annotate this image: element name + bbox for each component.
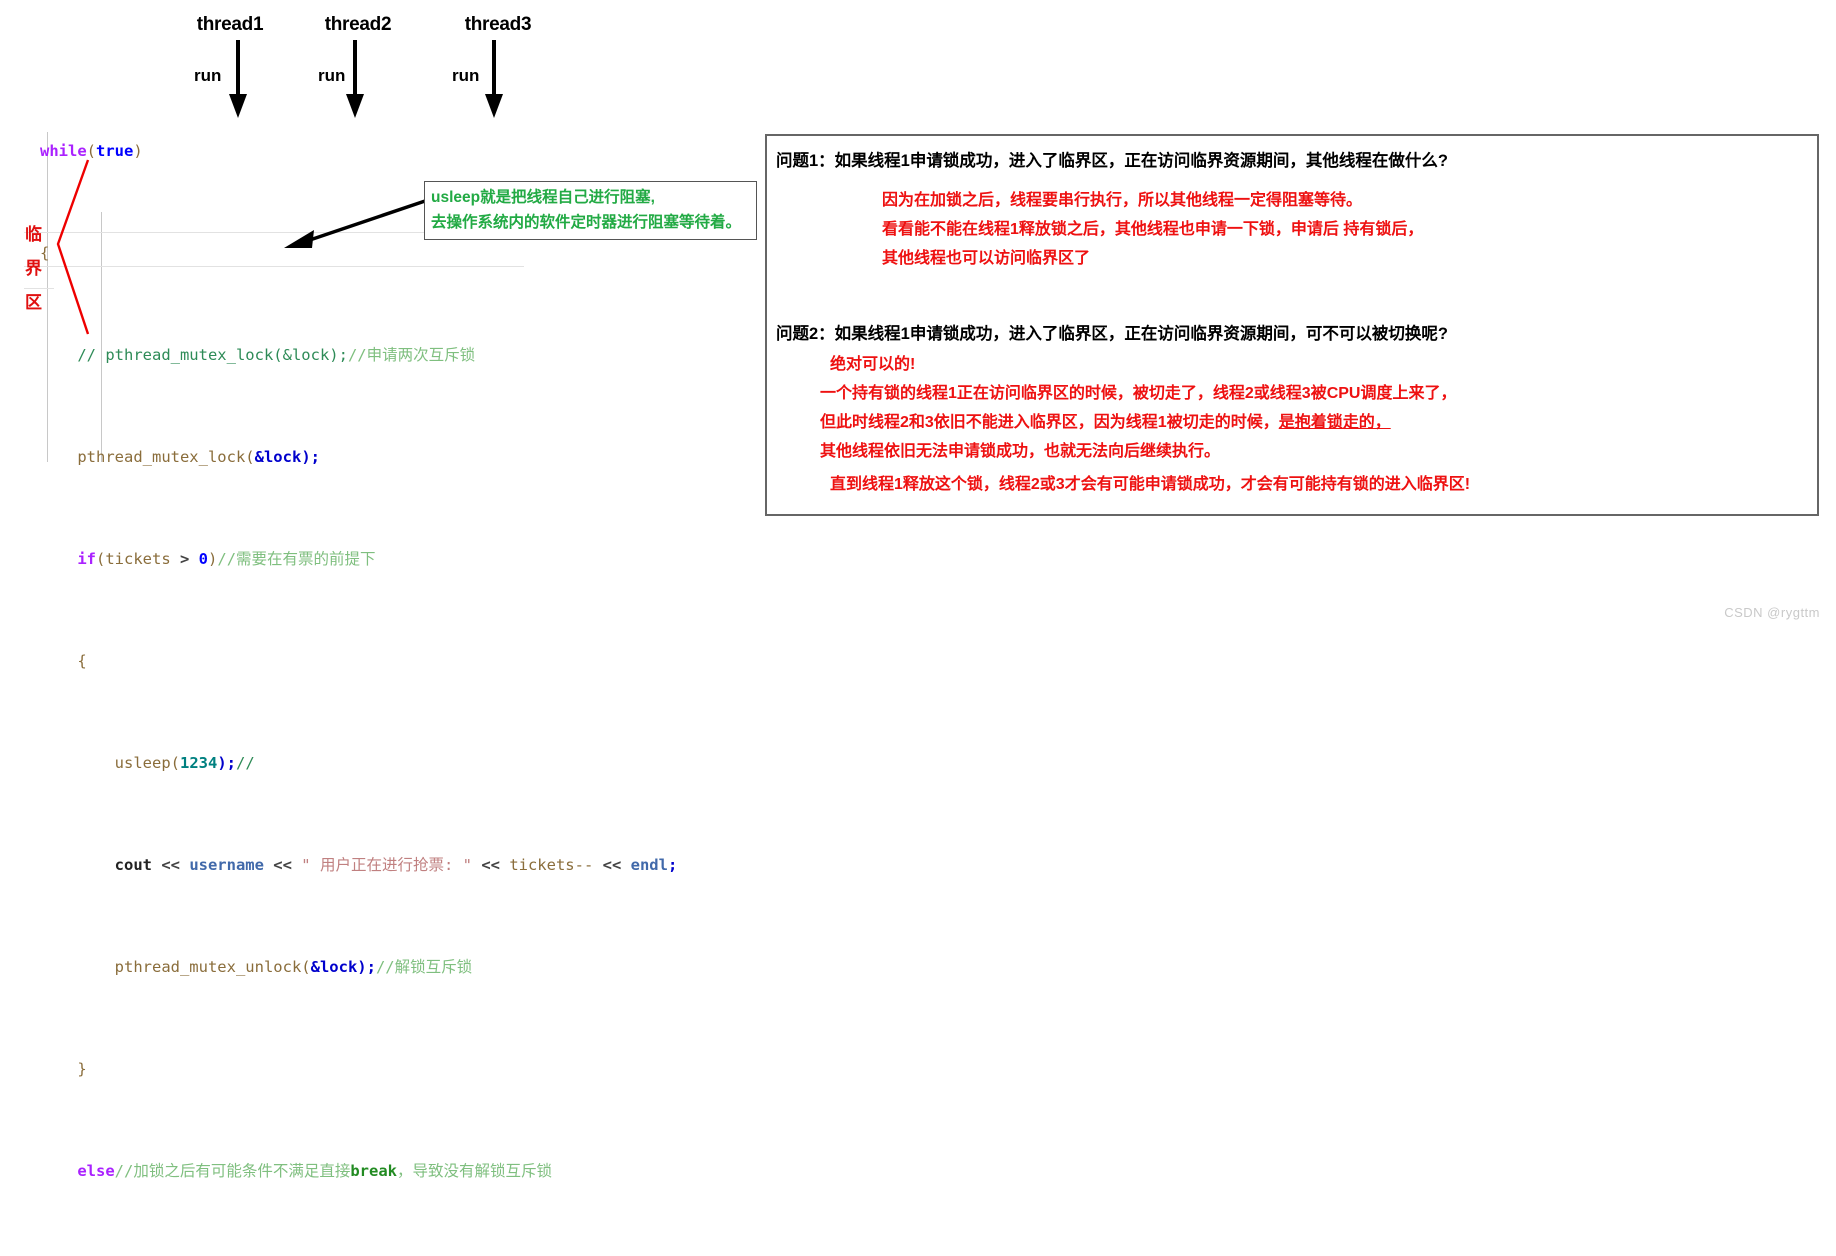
literal-zero: 0 xyxy=(198,550,209,568)
arg-usleep-micros: 1234 xyxy=(179,754,218,772)
comment-unlock-cn: //解锁互斥锁 xyxy=(375,958,473,976)
paren-open: ( xyxy=(96,550,106,568)
critical-section-char-3: 区 xyxy=(25,293,42,312)
stmt-end: ); xyxy=(301,448,320,466)
code-line-usleep: usleep(1234);// xyxy=(40,751,677,777)
paren-close: ) xyxy=(133,142,143,160)
call-pthread-mutex-unlock: pthread_mutex_unlock( xyxy=(114,958,311,976)
string-cn-ticket: 用户正在进行抢票: xyxy=(310,856,463,874)
critical-section-bracket-icon xyxy=(56,159,90,335)
operator-shift: << xyxy=(263,856,302,874)
stmt-end: ); xyxy=(357,958,376,976)
code-line-unlock-1: pthread_mutex_unlock(&lock);//解锁互斥锁 xyxy=(40,955,677,981)
code-block: while(true) { // pthread_mutex_lock(&loc… xyxy=(40,88,677,1256)
code-line-lock: pthread_mutex_lock(&lock); xyxy=(40,445,677,471)
question1-answer-line-3: 其他线程也可以访问临界区了 xyxy=(882,250,1091,267)
operator-shift: << xyxy=(593,856,631,874)
question2-answer-line-1: 绝对可以的! xyxy=(830,356,916,373)
arg-lock: &lock xyxy=(254,448,302,466)
arg-lock: &lock xyxy=(310,958,358,976)
thread-group-2: thread2 xyxy=(278,14,438,36)
stream-cout: cout xyxy=(114,856,152,874)
question2-answer-line-3-text: 但此时线程2和3依旧不能进入临界区，因为线程1被切走的时候， xyxy=(820,414,1279,431)
critical-section-char-1: 临 xyxy=(25,225,42,244)
code-line-if-brace: { xyxy=(40,649,677,675)
thread-group-3: thread3 xyxy=(418,14,578,36)
call-usleep: usleep( xyxy=(114,754,180,772)
tooltip-pointer-arrow-icon xyxy=(284,198,429,248)
question2-answer-line-3: 但此时线程2和3依旧不能进入临界区，因为线程1被切走的时候，是抱着锁走的， xyxy=(820,410,1391,436)
keyword-if: if xyxy=(77,550,96,568)
question1-answer-line-2: 看看能不能在线程1释放锁之后，其他线程也申请一下锁，申请后 持有锁后， xyxy=(882,221,1424,238)
question1-answer-line-1: 因为在加锁之后，线程要串行执行，所以其他线程一定得阻塞等待。 xyxy=(882,192,1363,209)
comment-if-cn: //需要在有票的前提下 xyxy=(217,550,376,568)
paren-close: ) xyxy=(208,550,218,568)
code-line-if-brace-close: } xyxy=(40,1057,677,1083)
quote-close: " xyxy=(462,856,472,874)
operator-shift: << xyxy=(471,856,510,874)
question2-answer-line-4: 其他线程依旧无法申请锁成功，也就无法向后继续执行。 xyxy=(820,443,1221,460)
code-line-else: else//加锁之后有可能条件不满足直接break，导致没有解锁互斥锁 xyxy=(40,1159,677,1185)
csdn-watermark: CSDN @rygttm xyxy=(1724,605,1820,620)
usleep-tail: ); xyxy=(217,754,236,772)
question2-answer-underlined: 是抱着锁走的， xyxy=(1278,414,1391,431)
expr-tickets-decrement: tickets-- xyxy=(509,856,594,874)
comment-else-break-word: break xyxy=(350,1162,397,1180)
run-label-1: run xyxy=(194,66,222,85)
question2-answer-line-2: 一个持有锁的线程1正在访问临界区的时候，被切走了，线程2或线程3被CPU调度上来… xyxy=(820,385,1457,402)
question2-title: 问题2：如果线程1申请锁成功，进入了临界区，正在访问临界资源期间，可不可以被切换… xyxy=(776,325,1448,343)
tooltip-line-2: 去操作系统内的软件定时器进行阻塞等待着。 xyxy=(431,214,742,231)
operator-shift: << xyxy=(151,856,190,874)
call-pthread-mutex-lock: pthread_mutex_lock( xyxy=(77,448,255,466)
code-line-commented-lock: // pthread_mutex_lock(&lock);//申请两次互斥锁 xyxy=(40,343,677,369)
critical-section-char-2: 界 xyxy=(25,259,42,278)
operator-gt: > xyxy=(170,550,199,568)
keyword-else: else xyxy=(77,1162,115,1180)
comment-commented-lock: // pthread_mutex_lock(&lock); xyxy=(77,346,348,364)
run-label-3: run xyxy=(452,66,480,85)
usleep-tooltip-box: usleep就是把线程自己进行阻塞, 去操作系统内的软件定时器进行阻塞等待着。 xyxy=(424,181,757,240)
comment-empty: // xyxy=(235,754,255,772)
comment-else-part-b: ，导致没有解锁互斥锁 xyxy=(397,1162,553,1180)
brace-close: } xyxy=(77,1060,87,1078)
code-line-cout: cout << username << " 用户正在进行抢票: " << tic… xyxy=(40,853,678,879)
question2-answer-line-5: 直到线程1释放这个锁，线程2或3才会有可能申请锁成功，才会有可能持有锁的进入临界… xyxy=(830,476,1471,493)
brace-open: { xyxy=(77,652,87,670)
tooltip-line-1: usleep就是把线程自己进行阻塞, xyxy=(431,189,655,206)
code-line-while: while(true) xyxy=(40,139,677,165)
var-username: username xyxy=(189,856,264,874)
semicolon: ; xyxy=(667,856,678,874)
comment-else-part-a: //加锁之后有可能条件不满足直接 xyxy=(114,1162,351,1180)
thread-label: thread2 xyxy=(324,14,392,35)
comment-lock-cn: //申请两次互斥锁 xyxy=(347,346,476,364)
stream-endl: endl xyxy=(630,856,668,874)
quote-open: " xyxy=(301,856,311,874)
thread-label: thread3 xyxy=(464,14,532,35)
run-label-2: run xyxy=(318,66,346,85)
code-line-if: if(tickets > 0)//需要在有票的前提下 xyxy=(40,547,677,573)
var-tickets: tickets xyxy=(105,550,171,568)
question1-title: 问题1：如果线程1申请锁成功，进入了临界区，正在访问临界资源期间，其他线程在做什… xyxy=(776,152,1448,170)
literal-true: true xyxy=(96,142,134,160)
